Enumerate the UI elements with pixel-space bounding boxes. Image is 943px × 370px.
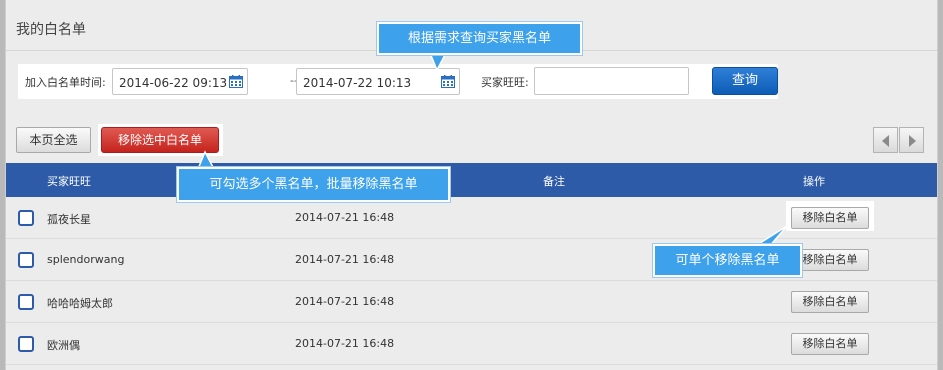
remove-whitelist-button[interactable]: 移除白名单 (791, 291, 869, 313)
next-page-button[interactable] (899, 127, 924, 153)
select-all-page-button[interactable]: 本页全选 (16, 127, 91, 153)
buyer-name: 欧洲偶 (47, 339, 80, 352)
buyer-wangwang-label: 买家旺旺: (481, 76, 529, 89)
prev-page-button[interactable] (873, 127, 898, 153)
table-row: 孤夜长星 2014-07-21 16:48 移除白名单 (6, 197, 937, 239)
query-button[interactable]: 查询 (712, 67, 778, 95)
start-date-input[interactable]: 2014-06-22 09:13 (112, 68, 248, 95)
start-date-value: 2014-06-22 09:13 (119, 76, 228, 90)
date-range-label: 加入白名单时间: (25, 76, 106, 89)
filter-bar: 加入白名单时间: 2014-06-22 09:13 -- 2014-07-22 … (18, 64, 778, 99)
buyer-name: splendorwang (47, 253, 125, 266)
remove-whitelist-button[interactable]: 移除白名单 (791, 333, 869, 355)
row-checkbox[interactable] (18, 252, 34, 268)
row-checkbox[interactable] (18, 336, 34, 352)
remove-selected-button[interactable]: 移除选中白名单 (101, 127, 219, 153)
added-time: 2014-07-21 16:48 (295, 337, 395, 350)
remove-whitelist-button[interactable]: 移除白名单 (791, 207, 869, 229)
calendar-icon[interactable] (441, 75, 455, 91)
single-remove-hint-callout: 可单个移除黑名单 (653, 244, 802, 277)
chevron-left-icon (882, 135, 889, 147)
column-header-note: 备注 (543, 175, 565, 188)
remove-selected-highlight: 移除选中白名单 (98, 124, 223, 156)
added-time: 2014-07-21 16:48 (295, 253, 395, 266)
table-row: 欧洲偶 2014-07-21 16:48 移除白名单 (6, 323, 937, 365)
remove-whitelist-button[interactable]: 移除白名单 (791, 249, 869, 271)
batch-remove-hint-callout: 可勾选多个黑名单，批量移除黑名单 (177, 167, 450, 202)
page-title: 我的白名单 (16, 22, 86, 38)
end-date-input[interactable]: 2014-07-22 10:13 (296, 68, 460, 95)
whitelist-panel: 我的白名单 加入白名单时间: 2014-06-22 09:13 -- 2014-… (5, 0, 938, 370)
calendar-icon[interactable] (229, 75, 243, 91)
table-header: 买家旺旺 备注 操作 (6, 163, 937, 197)
column-header-action: 操作 (803, 175, 825, 188)
added-time: 2014-07-21 16:48 (295, 295, 395, 308)
buyer-name: 哈哈哈姆太郎 (47, 297, 113, 310)
chevron-right-icon (909, 135, 916, 147)
buyer-name: 孤夜长星 (47, 213, 91, 226)
query-hint-callout: 根据需求查询买家黑名单 (377, 22, 582, 55)
added-time: 2014-07-21 16:48 (295, 211, 395, 224)
table-row: 哈哈哈姆太郎 2014-07-21 16:48 移除白名单 (6, 281, 937, 323)
end-date-value: 2014-07-22 10:13 (303, 76, 412, 90)
buyer-wangwang-input[interactable] (534, 67, 689, 95)
column-header-buyer: 买家旺旺 (47, 175, 91, 188)
row-checkbox[interactable] (18, 210, 34, 226)
row-checkbox[interactable] (18, 294, 34, 310)
